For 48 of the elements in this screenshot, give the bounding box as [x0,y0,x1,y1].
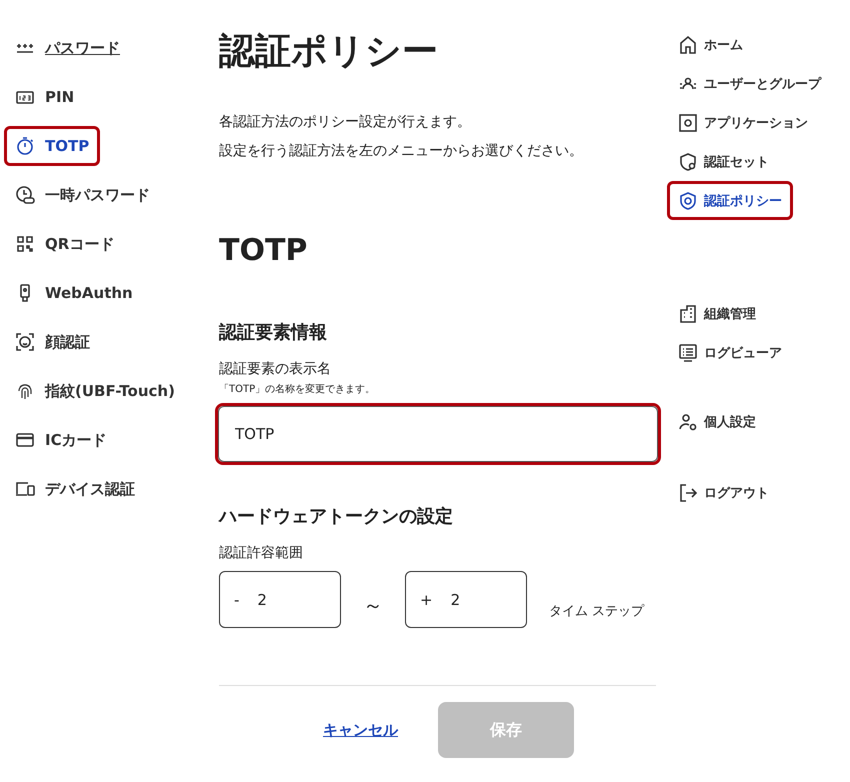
nav-item[interactable]: 個人設定 [667,402,767,441]
field-label: 認証要素の表示名 [219,360,332,379]
field-label: 認証許容範囲 [219,544,304,563]
qr-code-icon [15,234,35,254]
input-field[interactable]: - 2 [219,571,341,628]
clock-icon [15,185,35,205]
nav-item[interactable]: 組織管理 [667,294,767,333]
input-field[interactable]: + 2 [405,571,527,628]
unit-label: タイム ステップ [549,602,644,620]
method-title: TOTP [219,233,308,269]
nav-item[interactable]: ホーム [667,25,754,64]
menu-item[interactable]: 顔認証 [4,322,101,362]
face-scan-icon [15,332,35,352]
logout-icon [678,482,698,502]
menu-item[interactable]: デバイス認証 [4,469,146,509]
nav-item[interactable]: ログアウト [667,473,780,512]
card-icon [15,430,35,450]
menu-item[interactable]: パスワード [4,28,131,68]
app-icon [678,112,698,132]
shield-icon [678,190,698,210]
home-icon [678,34,698,54]
description-text: 各認証方法のポリシー設定が行えます。 [219,113,471,132]
cancel-link[interactable]: キャンセル [323,720,398,740]
input-field[interactable]: TOTP [218,406,658,462]
menu-item[interactable]: PIN [4,77,86,117]
nav-item[interactable]: ユーザーとグループ [667,64,832,103]
nav-item[interactable]: ログビューア [667,333,793,372]
nav-item[interactable]: 認証ポリシー [667,181,793,220]
shield-gear-icon [678,152,698,172]
menu-item[interactable]: 一時パスワード [4,175,161,215]
range-separator: ～ [362,592,384,619]
nav-item[interactable]: 認証セット [667,142,780,181]
page-title: 認証ポリシー [219,30,439,74]
section-heading: 認証要素情報 [219,321,328,345]
devices-icon [15,479,35,499]
description-text: 設定を行う認証方法を左のメニューからお選びください。 [219,142,583,161]
nav-item[interactable]: アプリケーション [667,103,819,142]
section-heading: ハードウェアトークンの設定 [219,505,454,529]
menu-item[interactable]: TOTP [4,126,100,166]
menu-item[interactable]: QRコード [4,224,126,264]
monitor-list-icon [678,342,698,362]
stopwatch-icon [15,136,35,156]
menu-item[interactable]: 指紋(UBF-Touch) [4,371,186,411]
menu-item[interactable]: ICカード [4,420,118,460]
building-icon [678,304,698,324]
field-hint: 「TOTP」の名称を変更できます。 [219,383,376,397]
user-gear-icon [678,412,698,432]
menu-item[interactable]: WebAuthn [4,273,144,313]
